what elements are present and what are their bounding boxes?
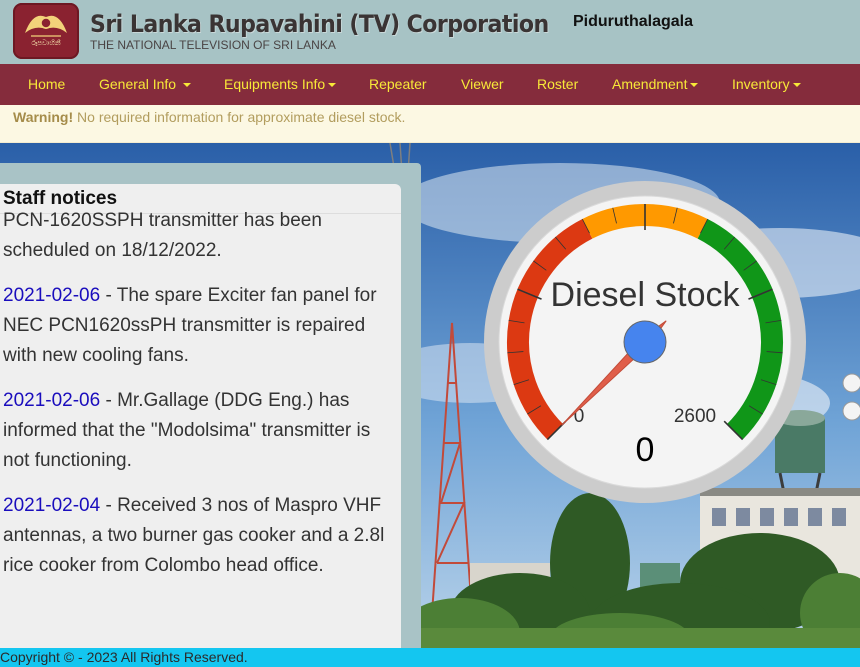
notice-item: 2021-02-06 - Mr.Gallage (DDG Eng.) has i…	[3, 386, 399, 476]
warning-message: No required information for approximate …	[77, 109, 406, 125]
nav-viewer[interactable]: Viewer	[461, 64, 504, 105]
notice-date: 2021-02-04	[3, 495, 101, 516]
notice-date: 2021-02-06	[3, 285, 101, 306]
nav-roster[interactable]: Roster	[537, 64, 578, 105]
caret-down-icon	[328, 83, 337, 88]
main-navbar: Home General Info Equipments Info Repeat…	[0, 64, 860, 105]
caret-down-icon	[792, 83, 801, 88]
diesel-stock-gauge: Diesel Stock 0 2600 0	[483, 180, 807, 504]
logo-emblem-icon	[25, 15, 67, 37]
nav-inventory[interactable]: Inventory	[732, 64, 801, 105]
staff-notices-panel: Staff notices PCN-1620SSPH transmitter h…	[0, 184, 401, 648]
nav-amendment[interactable]: Amendment	[612, 64, 699, 105]
nav-home[interactable]: Home	[28, 64, 65, 105]
footer: Copyright © - 2023 All Rights Reserved.	[0, 648, 860, 667]
notice-marquee[interactable]: PCN-1620SSPH transmitter has been schedu…	[3, 206, 399, 596]
notice-item: 2021-02-04 - Received 3 nos of Maspro VH…	[3, 491, 399, 581]
brand-subtitle: THE NATIONAL TELEVISION OF SRI LANKA	[90, 38, 336, 52]
copyright-text: Copyright © - 2023 All Rights Reserved.	[0, 649, 248, 665]
notice-item: PCN-1620SSPH transmitter has been schedu…	[3, 210, 322, 261]
gauge-hub	[623, 320, 667, 364]
site-header: රූපවාහිනී Sri Lanka Rupavahini (TV) Corp…	[0, 0, 860, 64]
station-name: Piduruthalagala	[573, 13, 694, 30]
notice-date: 2021-02-06	[3, 390, 101, 411]
notice-item: 2021-02-06 - The spare Exciter fan panel…	[3, 281, 399, 371]
warning-label: Warning!	[13, 109, 74, 125]
gauge-title: Diesel Stock	[551, 276, 741, 314]
gauge-max-label: 2600	[674, 406, 716, 427]
warning-alert: Warning! No required information for app…	[0, 105, 860, 143]
nav-repeater[interactable]: Repeater	[369, 64, 427, 105]
gauge-value-label: 0	[636, 431, 655, 469]
brand-title: Sri Lanka Rupavahini (TV) Corporation	[90, 10, 549, 38]
nav-equipments-info[interactable]: Equipments Info	[224, 64, 337, 105]
logo-text: රූපවාහිනී	[31, 39, 61, 47]
caret-down-icon	[182, 83, 191, 88]
nav-general-info[interactable]: General Info	[99, 64, 191, 105]
logo[interactable]: රූපවාහිනී	[13, 3, 79, 59]
caret-down-icon	[690, 83, 699, 88]
